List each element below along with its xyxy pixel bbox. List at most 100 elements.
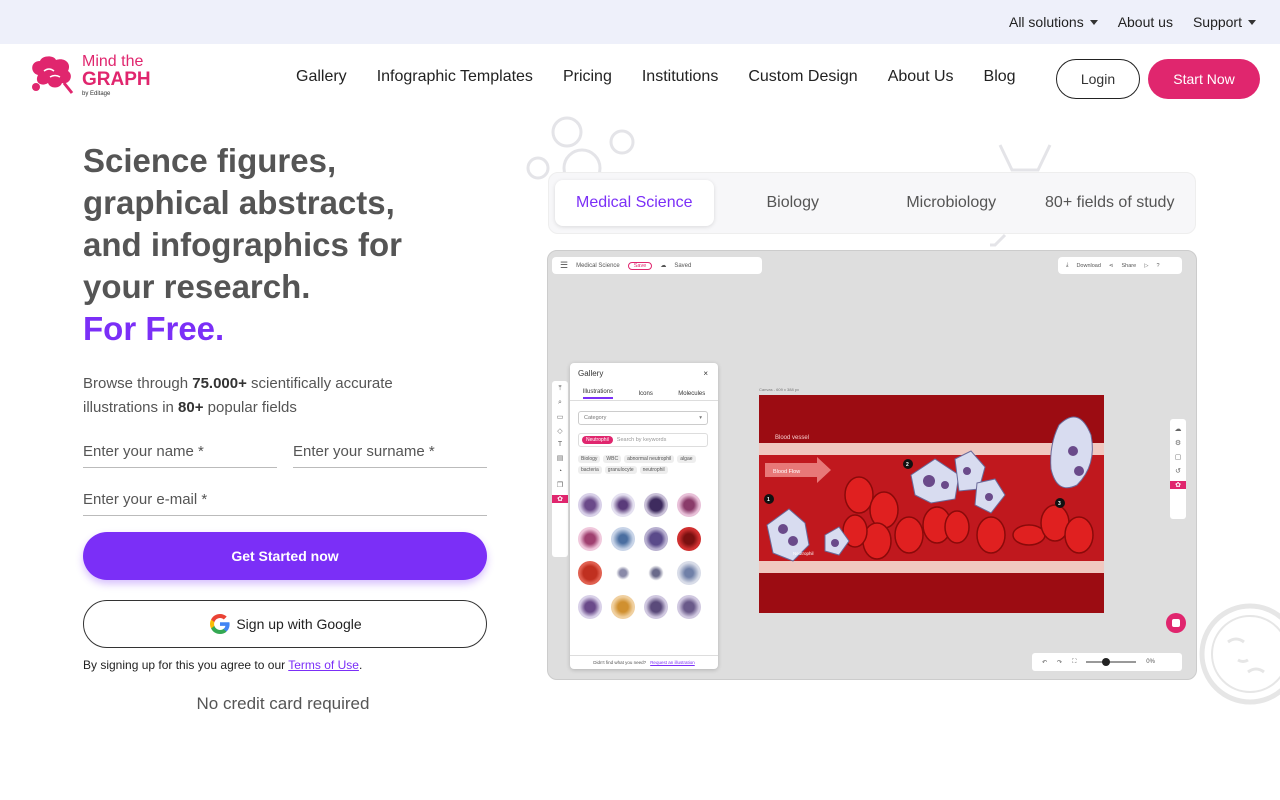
cell-illustration	[578, 595, 602, 619]
topbar-all-solutions[interactable]: All solutions	[1009, 14, 1098, 30]
nav-custom-design[interactable]: Custom Design	[748, 68, 857, 86]
chevron-down-icon: ▾	[699, 415, 702, 421]
nav-pricing[interactable]: Pricing	[563, 68, 612, 86]
brain-logo-icon	[32, 55, 74, 94]
topbar-about-us-label: About us	[1117, 14, 1173, 30]
close-icon: ×	[703, 369, 708, 378]
gallery-tabs: Illustrations Icons Molecules	[570, 387, 718, 401]
surname-field-placeholder: Enter your surname *	[293, 443, 435, 460]
fit-icon: ⛶	[1072, 658, 1077, 665]
gallery-title: Gallery	[578, 369, 604, 378]
google-icon	[210, 614, 230, 634]
image-icon: ▭	[556, 414, 564, 421]
logo[interactable]: Mind the GRAPH by Editage	[28, 54, 151, 97]
redo-icon: ↷	[1057, 659, 1063, 666]
zoom-slider	[1086, 658, 1137, 666]
history-icon: ↺	[1175, 468, 1181, 475]
cell-illustration	[611, 561, 635, 585]
hero-description: Browse through 75.000+ scientifically ac…	[83, 372, 443, 420]
help-icon: ?	[1156, 262, 1160, 269]
start-now-button[interactable]: Start Now	[1148, 59, 1260, 99]
terms-post: .	[358, 658, 363, 672]
cell-illustration	[611, 595, 635, 619]
desc-fields: 80+	[178, 399, 204, 416]
cell-illustration	[644, 493, 668, 517]
logo-line3: by Editage	[82, 91, 111, 97]
cell-illustration	[644, 561, 668, 585]
gallery-search: Neutrophil Search by keywords	[578, 433, 708, 447]
cell-illustration	[644, 527, 668, 551]
tab-biology[interactable]: Biology	[714, 180, 873, 226]
cell-illustration	[644, 595, 668, 619]
gallery-tab-illustrations: Illustrations	[582, 389, 614, 399]
google-signup-label: Sign up with Google	[236, 616, 362, 632]
gallery-footer-link: Request an illustration	[650, 660, 695, 665]
editor-topbar-right: ⤓ Download ⋖ Share ▷ ?	[1058, 257, 1182, 274]
editor-saved-status: Saved	[674, 262, 692, 269]
cell-illustration	[677, 527, 701, 551]
editor-preview: ☰ Medical Science Save ☁ Saved ⤓ Downloa…	[547, 250, 1197, 680]
nav-institutions[interactable]: Institutions	[642, 68, 718, 86]
hamburger-icon: ☰	[560, 260, 569, 270]
logo-text: Mind the GRAPH by Editage	[82, 53, 151, 98]
google-signup-button[interactable]: Sign up with Google	[83, 600, 487, 648]
editor-save-button: Save	[627, 261, 653, 270]
gallery-tag: neutrophil	[639, 466, 668, 474]
terms-link[interactable]: Terms of Use	[288, 658, 359, 672]
gallery-footer-text: Didn't find what you need?	[593, 660, 647, 665]
gallery-tags: Biology WBC abnormal neutrophil algae ba…	[578, 455, 712, 474]
get-started-button[interactable]: Get Started now	[83, 532, 487, 580]
canvas-marker-3: 3	[1058, 501, 1061, 507]
tab-microbiology[interactable]: Microbiology	[872, 180, 1031, 226]
canvas-illustration: Blood vessel Blood Flow 1 2 3 Neutrophil	[759, 395, 1104, 613]
gallery-panel: Gallery × Illustrations Icons Molecules …	[570, 363, 718, 669]
tab-medical-science[interactable]: Medical Science	[555, 180, 714, 226]
cell-illustration	[677, 493, 701, 517]
nav-menu: Gallery Infographic Templates Pricing In…	[296, 68, 1016, 86]
canvas-text-neutrophil: Neutrophil	[793, 551, 814, 556]
editor-right-toolbar: ☁ ⚙ ▢ ↺ ✿	[1170, 419, 1186, 519]
share-icon: ⋖	[1108, 262, 1114, 269]
canvas-text-flow: Blood Flow	[773, 469, 800, 475]
cloud-icon: ☁	[660, 263, 667, 269]
canvas-marker-2: 2	[906, 462, 909, 468]
gallery-footer: Didn't find what you need? Request an il…	[570, 655, 718, 669]
tab-80-fields[interactable]: 80+ fields of study	[1031, 180, 1190, 226]
layers-icon: ❐	[556, 482, 564, 489]
download-icon: ⤓	[1066, 262, 1069, 268]
logo-line1: Mind the	[82, 53, 144, 70]
undo-icon: ↶	[1042, 659, 1048, 666]
editor-doc-name: Medical Science	[576, 262, 620, 269]
topbar-support[interactable]: Support	[1193, 14, 1256, 30]
name-field-placeholder: Enter your name *	[83, 443, 204, 460]
gallery-tag: granulocyte	[604, 466, 637, 474]
cell-illustration	[611, 527, 635, 551]
nav-blog[interactable]: Blog	[984, 68, 1016, 86]
bacteria-decoration	[1199, 603, 1280, 705]
gear-icon: ⚙	[1174, 440, 1182, 447]
cell-illustration	[578, 561, 602, 585]
hero-free-text: For Free.	[83, 310, 225, 347]
gallery-tag: algae	[677, 455, 696, 463]
nav-gallery[interactable]: Gallery	[296, 68, 347, 86]
editor-topbar-left: ☰ Medical Science Save ☁ Saved	[552, 257, 762, 274]
nav-about-us[interactable]: About Us	[888, 68, 954, 86]
name-field[interactable]: Enter your name *	[83, 436, 277, 468]
editor-download: Download	[1076, 262, 1101, 269]
surname-field[interactable]: Enter your surname *	[293, 436, 487, 468]
gallery-tab-icons: Icons	[638, 390, 653, 397]
play-icon: ▷	[1144, 262, 1149, 269]
nav-infographic-templates[interactable]: Infographic Templates	[377, 68, 533, 86]
login-button[interactable]: Login	[1056, 59, 1140, 99]
cell-illustration	[677, 561, 701, 585]
logo-line2: GRAPH	[82, 69, 151, 90]
chat-icon	[1166, 613, 1186, 633]
canvas-text-vessel: Blood vessel	[775, 435, 809, 441]
gallery-category-label: Category	[584, 415, 607, 421]
email-field[interactable]: Enter your e-mail *	[83, 484, 487, 516]
topbar-about-us[interactable]: About us	[1118, 14, 1173, 30]
canvas-marker-1: 1	[767, 497, 770, 503]
search-icon: ⌕	[558, 399, 562, 406]
comment-icon: ▢	[1174, 454, 1182, 461]
chevron-down-icon	[1248, 19, 1256, 25]
